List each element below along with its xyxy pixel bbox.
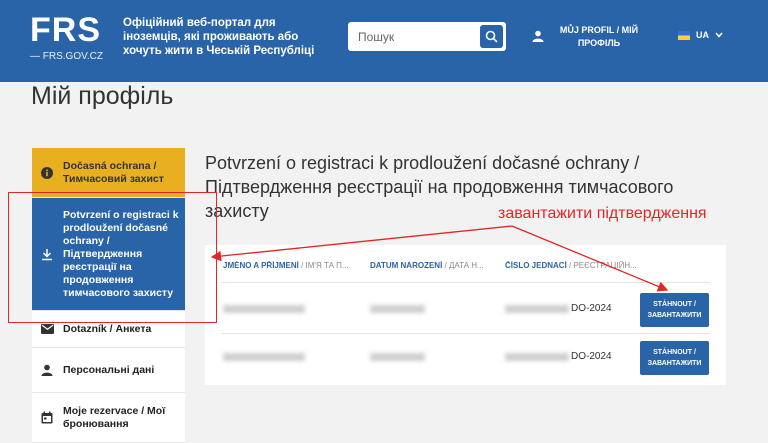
info-icon [41, 166, 53, 179]
redacted-reference [505, 305, 569, 313]
table-divider [221, 333, 710, 334]
column-header-primary: JMÉNO A PŘÍJMENÍ [223, 261, 299, 270]
ukraine-flag-icon [678, 30, 690, 40]
site-tagline: Офіційний веб-портал для іноземців, які … [123, 17, 315, 57]
language-code: UA [696, 30, 709, 40]
column-header-primary: ČÍSLO JEDNACÍ [505, 261, 567, 270]
column-header-secondary: / ІМ'Я ТА П... [298, 261, 349, 270]
column-header-birthdate[interactable]: DATUM NAROZENÍ / ДАТА Н... [370, 261, 488, 270]
highlight-box [8, 192, 217, 323]
search-button[interactable] [480, 25, 503, 48]
search-icon [485, 30, 498, 43]
sidebar-item-label: Dotazník / Анкета [63, 322, 152, 335]
sidebar-item-label: Moje rezervace / Мої бронювання [63, 404, 166, 430]
sidebar-item-personal-data[interactable]: Персональні дані [32, 348, 185, 393]
redacted-birthdate [370, 305, 425, 313]
search-box [348, 22, 506, 51]
calendar-icon [41, 411, 53, 424]
redacted-birthdate [370, 353, 425, 361]
documents-table: JMÉNO A PŘÍJMENÍ / ІМ'Я ТА П... DATUM NA… [205, 245, 726, 385]
chevron-down-icon [715, 32, 723, 38]
page-title: Мій профіль [31, 82, 174, 110]
sidebar-item-temporary-protection[interactable]: Dočasná ochrana / Тимчасовий захист [32, 148, 185, 198]
column-header-reference-number[interactable]: ČÍSLO JEDNACÍ / РЕЄСТРАЦІЙН... [505, 261, 645, 270]
column-header-name[interactable]: JMÉNO A PŘÍJMENÍ / ІМ'Я ТА П... [223, 261, 363, 270]
column-header-secondary: / ДАТА Н... [442, 261, 484, 270]
redacted-reference [505, 353, 569, 361]
frs-logo[interactable]: FRS — FRS.GOV.CZ [30, 11, 103, 62]
download-button[interactable]: STÁHNOUT / ЗАВАНТАЖИТИ [640, 293, 709, 327]
column-header-secondary: / РЕЄСТРАЦІЙН... [566, 261, 637, 270]
column-header-primary: DATUM NAROZENÍ [370, 261, 443, 270]
reference-suffix: DO-2024 [571, 303, 612, 314]
download-button[interactable]: STÁHNOUT / ЗАВАНТАЖИТИ [640, 341, 709, 375]
sidebar-item-label: Dočasná ochrana / Тимчасовий захист [63, 159, 164, 185]
language-selector[interactable]: UA [678, 30, 723, 40]
user-icon[interactable] [532, 30, 544, 42]
reference-suffix: DO-2024 [571, 351, 612, 362]
mail-icon [41, 324, 54, 334]
annotation-note: завантажити підтвердження [498, 205, 707, 222]
my-profile-link[interactable]: MŮJ PROFIL / МІЙ ПРОФІЛЬ [558, 24, 640, 50]
logo-text: FRS [30, 11, 101, 49]
table-divider [221, 282, 710, 283]
search-input[interactable] [348, 22, 474, 51]
sidebar-item-label: Персональні дані [63, 363, 155, 376]
redacted-name [223, 353, 305, 361]
site-header: FRS — FRS.GOV.CZ Офіційний веб-портал дл… [0, 0, 768, 82]
redacted-name [223, 305, 305, 313]
logo-domain: — FRS.GOV.CZ [30, 51, 103, 62]
sidebar-item-reservations[interactable]: Moje rezervace / Мої бронювання [32, 393, 185, 443]
person-icon [41, 364, 53, 376]
